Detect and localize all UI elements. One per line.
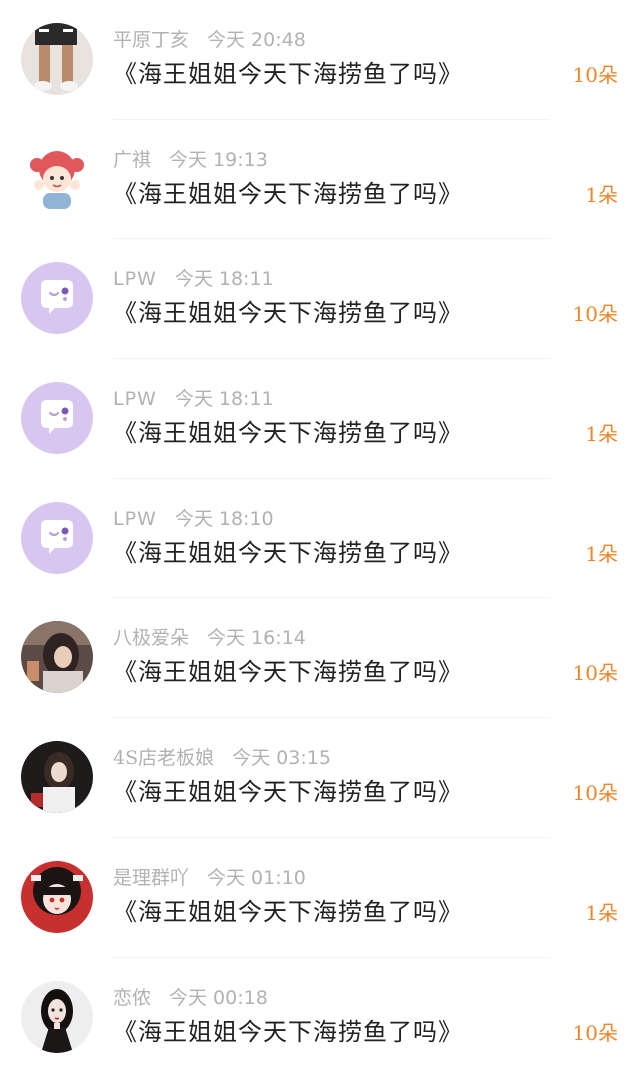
- message-time: 今天 18:10: [175, 508, 274, 530]
- gift-count: 10朵: [573, 779, 618, 807]
- list-item[interactable]: 4S店老板娘今天 03:15 《海王姐姐今天下海捞鱼了吗》 10朵: [0, 718, 640, 838]
- avatar[interactable]: [21, 23, 93, 95]
- message-title[interactable]: 《海王姐姐今天下海捞鱼了吗》: [113, 58, 463, 90]
- list-item[interactable]: LPW 今天 18:10 《海王姐姐今天下海捞鱼了吗》 1朵: [0, 479, 640, 599]
- gift-count: 1朵: [585, 181, 618, 209]
- chat-bubble-icon: [21, 262, 93, 334]
- sender-name[interactable]: 平原丁亥: [113, 29, 189, 51]
- message-title[interactable]: 《海王姐姐今天下海捞鱼了吗》: [113, 537, 463, 569]
- message-title[interactable]: 《海王姐姐今天下海捞鱼了吗》: [113, 896, 463, 928]
- avatar[interactable]: [21, 741, 93, 813]
- message-title[interactable]: 《海王姐姐今天下海捞鱼了吗》: [113, 417, 463, 449]
- list-item[interactable]: 广祺今天 19:13 《海王姐姐今天下海捞鱼了吗》 1朵: [0, 120, 640, 240]
- gift-count: 10朵: [573, 1019, 618, 1047]
- sender-name[interactable]: 八极爱朵: [113, 627, 189, 649]
- chat-bubble-icon: [21, 382, 93, 454]
- message-title[interactable]: 《海王姐姐今天下海捞鱼了吗》: [113, 1016, 463, 1048]
- list-item[interactable]: LPW 今天 18:11 《海王姐姐今天下海捞鱼了吗》 1朵: [0, 359, 640, 479]
- list-item[interactable]: 恋侬今天 00:18 《海王姐姐今天下海捞鱼了吗》 10朵: [0, 958, 640, 1077]
- avatar[interactable]: [21, 262, 93, 334]
- message-meta: 平原丁亥今天 20:48: [113, 28, 306, 52]
- message-meta: LPW 今天 18:11: [113, 267, 274, 291]
- message-list: 平原丁亥今天 20:48 《海王姐姐今天下海捞鱼了吗》 10朵 广祺今天 1: [0, 0, 640, 1065]
- message-title[interactable]: 《海王姐姐今天下海捞鱼了吗》: [113, 297, 463, 329]
- cartoon-girl-icon: [21, 143, 93, 215]
- avatar[interactable]: [21, 382, 93, 454]
- sender-name[interactable]: 4S店老板娘: [113, 747, 214, 769]
- sender-name[interactable]: LPW: [113, 268, 157, 290]
- message-meta: LPW 今天 18:10: [113, 507, 274, 531]
- message-title[interactable]: 《海王姐姐今天下海捞鱼了吗》: [113, 656, 463, 688]
- message-time: 今天 00:18: [169, 987, 268, 1009]
- gift-count: 10朵: [573, 300, 618, 328]
- message-title[interactable]: 《海王姐姐今天下海捞鱼了吗》: [113, 178, 463, 210]
- illustrated-woman-icon: [21, 981, 93, 1053]
- message-time: 今天 03:15: [232, 747, 331, 769]
- sender-name[interactable]: LPW: [113, 388, 157, 410]
- sender-name[interactable]: 广祺: [113, 149, 151, 171]
- message-meta: 是理群吖今天 01:10: [113, 866, 306, 890]
- message-meta: 广祺今天 19:13: [113, 148, 268, 172]
- user-photo-icon: [21, 741, 93, 813]
- message-title[interactable]: 《海王姐姐今天下海捞鱼了吗》: [113, 776, 463, 808]
- message-meta: LPW 今天 18:11: [113, 387, 274, 411]
- message-time: 今天 18:11: [175, 268, 274, 290]
- sender-name[interactable]: 是理群吖: [113, 867, 189, 889]
- list-item[interactable]: LPW 今天 18:11 《海王姐姐今天下海捞鱼了吗》 10朵: [0, 239, 640, 359]
- sender-name[interactable]: 恋侬: [113, 987, 151, 1009]
- message-meta: 4S店老板娘今天 03:15: [113, 746, 331, 770]
- avatar[interactable]: [21, 502, 93, 574]
- avatar[interactable]: [21, 143, 93, 215]
- list-item[interactable]: 是理群吖今天 01:10 《海王姐姐今天下海捞鱼了吗》 1朵: [0, 838, 640, 958]
- chat-bubble-icon: [21, 502, 93, 574]
- message-meta: 八极爱朵今天 16:14: [113, 626, 306, 650]
- message-time: 今天 18:11: [175, 388, 274, 410]
- gift-count: 1朵: [585, 540, 618, 568]
- message-time: 今天 19:13: [169, 149, 268, 171]
- message-time: 今天 01:10: [207, 867, 306, 889]
- list-item[interactable]: 平原丁亥今天 20:48 《海王姐姐今天下海捞鱼了吗》 10朵: [0, 0, 640, 120]
- list-item[interactable]: 八极爱朵今天 16:14 《海王姐姐今天下海捞鱼了吗》 10朵: [0, 598, 640, 718]
- anime-girl-icon: [21, 861, 93, 933]
- gift-count: 1朵: [585, 420, 618, 448]
- gift-count: 1朵: [585, 899, 618, 927]
- user-photo-icon: [21, 23, 93, 95]
- avatar[interactable]: [21, 861, 93, 933]
- gift-count: 10朵: [573, 659, 618, 687]
- user-photo-icon: [21, 621, 93, 693]
- gift-count: 10朵: [573, 61, 618, 89]
- message-time: 今天 20:48: [207, 29, 306, 51]
- message-time: 今天 16:14: [207, 627, 306, 649]
- avatar[interactable]: [21, 621, 93, 693]
- message-meta: 恋侬今天 00:18: [113, 986, 268, 1010]
- sender-name[interactable]: LPW: [113, 508, 157, 530]
- avatar[interactable]: [21, 981, 93, 1053]
